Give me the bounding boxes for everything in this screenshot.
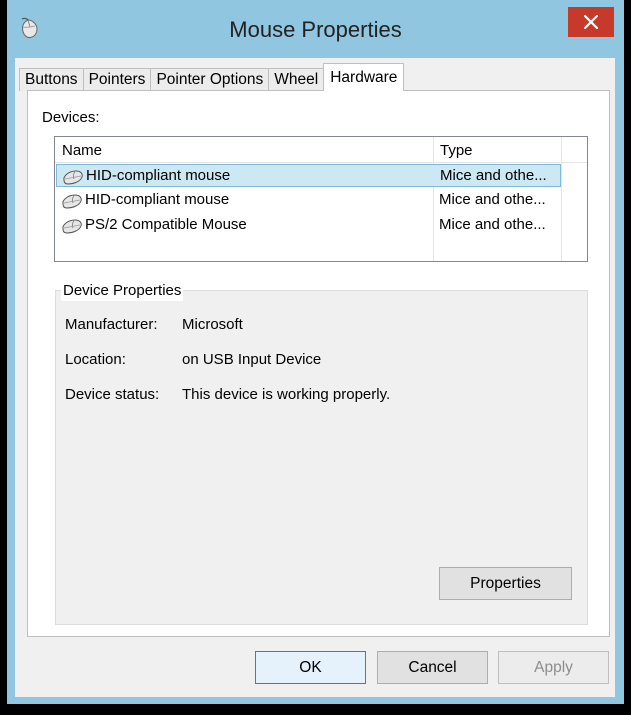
manufacturer-label: Manufacturer: xyxy=(65,316,158,333)
device-name: HID-compliant mouse xyxy=(85,191,230,208)
device-properties-title: Device Properties xyxy=(61,281,184,301)
device-type: Mice and othe... xyxy=(439,191,546,208)
tab-strip: Buttons Pointers Pointer Options Wheel H… xyxy=(19,63,405,91)
cancel-button[interactable]: Cancel xyxy=(377,651,488,684)
tab-pointer-options[interactable]: Pointer Options xyxy=(150,68,270,91)
manufacturer-value: Microsoft xyxy=(182,316,243,333)
close-icon xyxy=(584,15,598,29)
properties-button[interactable]: Properties xyxy=(439,567,572,600)
device-type: Mice and othe... xyxy=(440,167,547,184)
window-title: Mouse Properties xyxy=(229,17,402,42)
mouse-properties-window: Mouse Properties Buttons Pointers Pointe… xyxy=(0,0,631,715)
device-name: PS/2 Compatible Mouse xyxy=(85,216,247,233)
column-header-type[interactable]: Type xyxy=(440,137,473,162)
column-header-name[interactable]: Name xyxy=(62,137,102,162)
devices-list[interactable]: Name Type HID-compliant mouse Mice and o xyxy=(54,136,588,262)
title-bar[interactable]: Mouse Properties xyxy=(7,0,624,58)
mouse-icon xyxy=(60,217,84,240)
device-row[interactable]: PS/2 Compatible Mouse Mice and othe... xyxy=(56,214,561,237)
device-row[interactable]: HID-compliant mouse Mice and othe... xyxy=(56,164,561,187)
tab-hardware[interactable]: Hardware xyxy=(323,63,405,91)
mouse-icon xyxy=(60,192,84,215)
devices-list-header: Name Type xyxy=(55,137,587,163)
apply-button[interactable]: Apply xyxy=(498,651,609,684)
tab-buttons[interactable]: Buttons xyxy=(19,68,84,91)
window-frame: Mouse Properties Buttons Pointers Pointe… xyxy=(7,0,624,704)
tab-pointers[interactable]: Pointers xyxy=(82,68,152,91)
device-type: Mice and othe... xyxy=(439,216,546,233)
device-row[interactable]: HID-compliant mouse Mice and othe... xyxy=(56,189,561,212)
device-status-label: Device status: xyxy=(65,386,160,403)
close-button[interactable] xyxy=(568,7,614,37)
tab-wheel[interactable]: Wheel xyxy=(268,68,325,91)
mouse-icon xyxy=(61,168,85,191)
devices-label: Devices: xyxy=(42,109,100,126)
column-divider[interactable] xyxy=(561,137,562,261)
location-value: on USB Input Device xyxy=(182,351,322,368)
device-name: HID-compliant mouse xyxy=(86,167,231,184)
device-status-value: This device is working properly. xyxy=(182,386,391,403)
location-label: Location: xyxy=(65,351,126,368)
dialog-client-area: Buttons Pointers Pointer Options Wheel H… xyxy=(15,58,615,697)
ok-button[interactable]: OK xyxy=(255,651,366,684)
